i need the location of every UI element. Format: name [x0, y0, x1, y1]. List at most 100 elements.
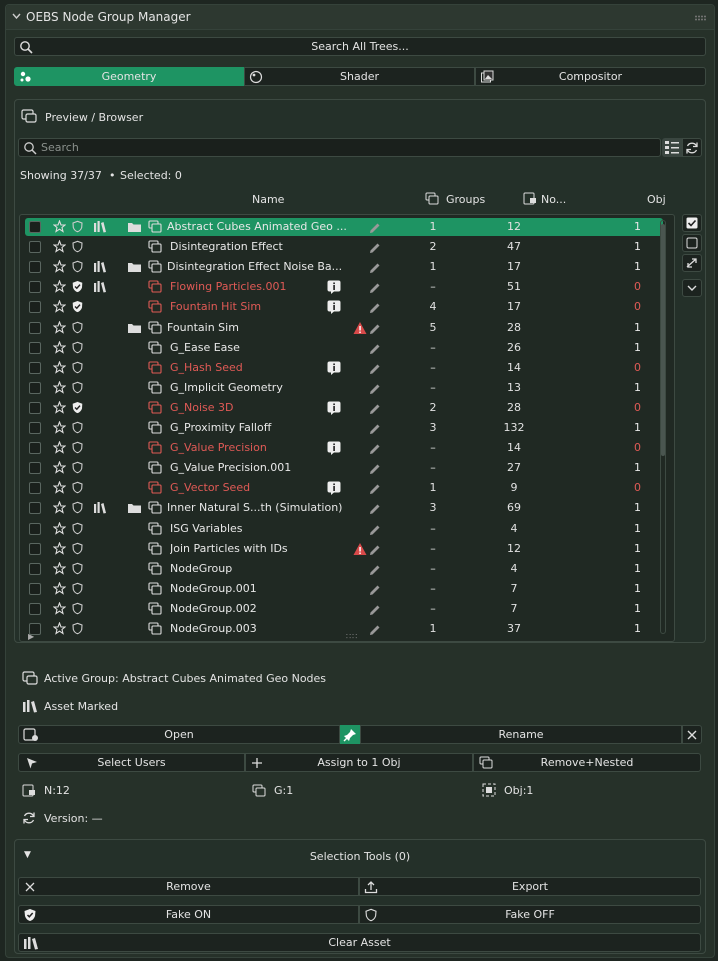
column-name-header[interactable]: Name	[252, 193, 284, 206]
open-button[interactable]: Open	[18, 725, 340, 744]
row-checkbox[interactable]	[29, 602, 41, 615]
column-obj-header[interactable]: Obj	[647, 193, 666, 206]
row-obj: 1	[634, 340, 641, 354]
select-users-button[interactable]: Select Users	[18, 753, 245, 772]
more-options-button[interactable]	[682, 279, 702, 297]
fake-on-button[interactable]: Fake ON	[18, 905, 359, 924]
pencil-icon	[370, 243, 380, 254]
row-checkbox[interactable]	[29, 502, 41, 515]
row-checkbox[interactable]	[29, 562, 41, 575]
star-icon	[53, 581, 66, 595]
search-all-trees-button[interactable]: Search All Trees...	[14, 37, 706, 56]
list-item[interactable]: G_Ease Ease – 26 1	[25, 339, 663, 357]
chevron-down-icon[interactable]	[12, 13, 21, 19]
clear-asset-button[interactable]: Clear Asset	[18, 933, 701, 952]
asset-books-icon	[23, 700, 37, 713]
list-item[interactable]: Disintegration Effect Noise Ba... 1 17 1	[25, 258, 663, 276]
pin-toggle[interactable]	[340, 725, 360, 744]
rename-button[interactable]: Rename	[360, 725, 682, 744]
selected-count: Selected: 0	[120, 169, 182, 182]
list-item[interactable]: Inner Natural S...th (Simulation) 3 69 1	[25, 499, 663, 517]
row-checkbox[interactable]	[29, 381, 41, 394]
row-checkbox[interactable]	[29, 361, 41, 374]
view-mode-toggle[interactable]	[662, 138, 682, 157]
list-item[interactable]: NodeGroup.003 1 37 1	[25, 620, 663, 638]
remove-label: Remove	[166, 880, 211, 893]
list-item[interactable]: G_Proximity Falloff 3 132 1	[25, 419, 663, 437]
row-groups: –	[430, 380, 436, 394]
assign-to-obj-button[interactable]: Assign to 1 Obj	[245, 753, 473, 772]
list-item[interactable]: ISG Variables – 4 1	[25, 520, 663, 538]
row-checkbox[interactable]	[29, 442, 41, 455]
panel-header[interactable]: OEBS Node Group Manager	[6, 5, 714, 30]
list-item[interactable]: G_Value Precision – 14 0	[25, 439, 663, 457]
tab-shader[interactable]: Shader	[244, 67, 475, 86]
refresh-button[interactable]	[682, 138, 702, 157]
row-checkbox[interactable]	[29, 321, 41, 334]
resize-grip-icon[interactable]: ∷∷	[346, 632, 358, 641]
row-checkbox[interactable]	[29, 401, 41, 414]
tab-compositor[interactable]: Compositor	[475, 67, 706, 86]
invert-selection-button[interactable]	[682, 254, 702, 272]
list-item[interactable]: Abstract Cubes Animated Geo ... 1 12 1	[25, 218, 663, 236]
row-checkbox[interactable]	[29, 281, 41, 294]
remove-nested-button[interactable]: Remove+Nested	[473, 753, 701, 772]
list-item[interactable]: NodeGroup – 4 1	[25, 560, 663, 578]
row-checkbox[interactable]	[29, 301, 41, 314]
row-checkbox[interactable]	[29, 482, 41, 495]
row-checkbox[interactable]	[29, 542, 41, 555]
list-scrollbar-thumb[interactable]	[661, 224, 665, 456]
node-group-icon	[148, 441, 162, 454]
list-item[interactable]: NodeGroup.001 – 7 1	[25, 580, 663, 598]
list-item[interactable]: G_Vector Seed 1 9 0	[25, 479, 663, 497]
fake-off-button[interactable]: Fake OFF	[359, 905, 701, 924]
rename-label: Rename	[498, 728, 544, 741]
tab-geometry[interactable]: Geometry	[14, 67, 244, 86]
remove-button[interactable]: Remove	[18, 877, 359, 896]
export-button[interactable]: Export	[359, 877, 701, 896]
row-obj: 1	[634, 561, 641, 575]
list-item[interactable]: G_Implicit Geometry – 13 1	[25, 379, 663, 397]
row-obj: 1	[634, 240, 641, 254]
row-checkbox[interactable]	[29, 221, 41, 233]
list-item[interactable]: NodeGroup.002 – 7 1	[25, 600, 663, 618]
select-all-button[interactable]	[682, 214, 702, 232]
row-checkbox[interactable]	[29, 241, 41, 254]
list-item[interactable]: Disintegration Effect 2 47 1	[25, 238, 663, 256]
row-checkbox[interactable]	[29, 341, 41, 354]
row-checkbox[interactable]	[29, 462, 41, 475]
row-checkbox[interactable]	[29, 422, 41, 434]
close-button[interactable]	[682, 725, 702, 744]
select-users-label: Select Users	[97, 756, 166, 769]
expand-triangle-icon[interactable]: ▶	[28, 632, 34, 641]
list-item[interactable]: Join Particles with IDs – 12 1	[25, 540, 663, 558]
node-group-icon	[148, 501, 162, 514]
shield-outline-icon	[72, 421, 83, 434]
row-groups: 1	[429, 622, 437, 635]
column-groups-header[interactable]: Groups	[446, 193, 485, 206]
list-item[interactable]: Fountain Hit Sim 4 17 0	[25, 298, 663, 316]
row-checkbox[interactable]	[29, 261, 41, 274]
groups-stat: G:1	[274, 784, 294, 797]
star-icon	[53, 601, 66, 615]
row-checkbox[interactable]	[29, 582, 41, 595]
pencil-icon	[370, 545, 380, 555]
list-item[interactable]: G_Noise 3D 2 28 0	[25, 399, 663, 417]
list-scrollbar-track[interactable]	[660, 220, 666, 634]
row-nodes: 12	[507, 541, 521, 555]
list-item[interactable]: G_Value Precision.001 – 27 1	[25, 459, 663, 477]
search-placeholder: Search	[41, 141, 79, 154]
browser-search-input[interactable]: Search	[18, 138, 661, 157]
pencil-icon	[370, 344, 380, 354]
column-nodes-header[interactable]: No...	[541, 193, 566, 206]
deselect-all-button[interactable]	[682, 234, 702, 252]
search-icon	[20, 41, 33, 54]
row-checkbox[interactable]	[29, 522, 41, 535]
fake-off-label: Fake OFF	[505, 908, 555, 921]
list-item[interactable]: Flowing Particles.001 – 51 0	[25, 278, 663, 296]
drag-handle-icon[interactable]	[694, 15, 708, 21]
list-item[interactable]: Fountain Sim 5 28 1	[25, 319, 663, 337]
list-item[interactable]: G_Hash Seed – 14 0	[25, 359, 663, 377]
warning-icon	[353, 321, 367, 334]
open-node-tree-icon	[23, 728, 38, 741]
